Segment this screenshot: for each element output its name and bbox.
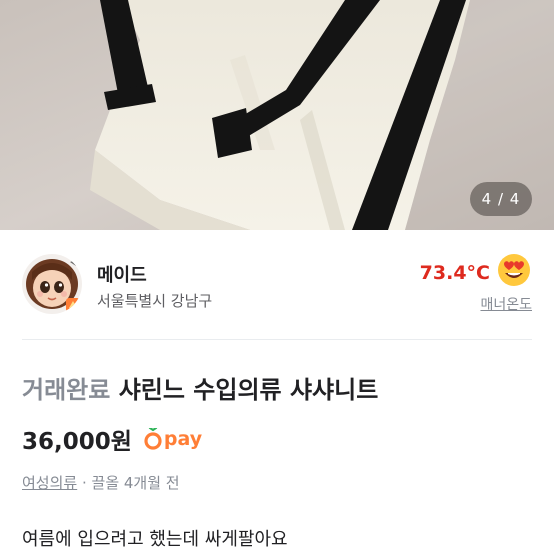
carrot-pay-icon <box>144 428 162 450</box>
article-meta: 여성의류 · 끌올 4개월 전 <box>22 472 180 493</box>
category-link[interactable]: 여성의류 <box>22 474 77 492</box>
trade-status-badge: 거래완료 <box>22 376 111 404</box>
price-row: 36,000원 pay <box>22 424 202 455</box>
pay-label: pay <box>163 428 203 450</box>
manner-temperature-value: 73.4°C <box>419 262 490 284</box>
seller-region: 서울특별시 강남구 <box>97 292 213 310</box>
photo-page-counter: 4 / 4 <box>470 182 532 216</box>
posted-time: 끌올 4개월 전 <box>91 474 180 492</box>
article-title-row: 거래완료 샤린느 수입의류 샤샤니트 <box>22 370 378 405</box>
article-title: 샤린느 수입의류 샤샤니트 <box>118 376 379 404</box>
pay-badge: pay <box>144 428 202 450</box>
seller-avatar[interactable] <box>22 254 82 314</box>
article-price: 36,000원 <box>22 429 132 455</box>
manner-temperature-label[interactable]: 매너온도 <box>480 294 532 314</box>
meta-separator: · <box>77 474 92 492</box>
section-divider <box>22 339 532 340</box>
seller-profile: 메이드 서울특별시 강남구 73.4°C 매너온도 <box>0 230 554 342</box>
seller-name[interactable]: 메이드 <box>97 261 147 287</box>
heart-eyes-emoji-icon <box>496 252 532 288</box>
product-photo[interactable]: 4 / 4 <box>0 0 554 230</box>
avatar-cartoon-icon <box>22 254 82 314</box>
article-description: 여름에 입으려고 했는데 싸게팔아요 <box>22 529 288 550</box>
